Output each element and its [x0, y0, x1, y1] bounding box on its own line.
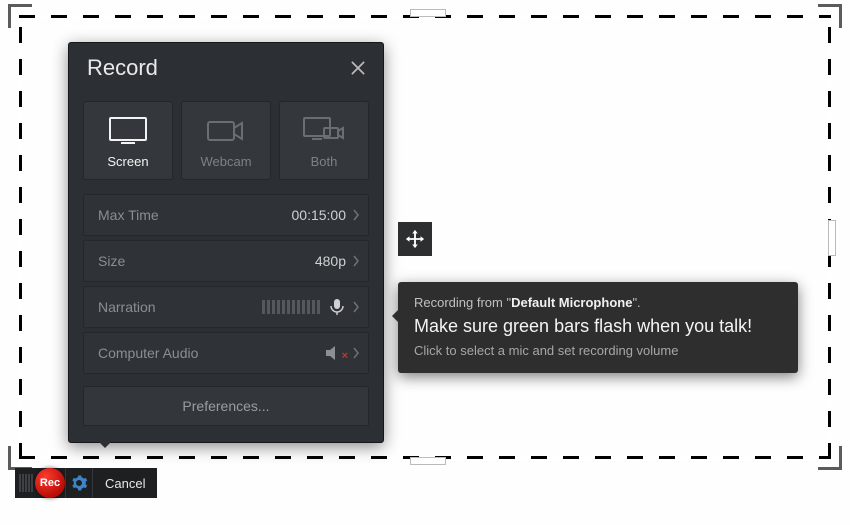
source-tile-screen[interactable]: Screen — [83, 101, 173, 180]
close-icon — [349, 59, 367, 77]
gear-icon — [70, 474, 88, 492]
record-panel: Record Screen Webcam Both Max Time — [68, 42, 384, 443]
row-label: Computer Audio — [98, 345, 324, 361]
source-tiles: Screen Webcam Both — [69, 91, 383, 194]
settings-button[interactable] — [65, 468, 93, 498]
resize-edge-right[interactable] — [828, 220, 836, 256]
narration-tooltip: Recording from "Default Microphone". Mak… — [398, 282, 798, 373]
preferences-button[interactable]: Preferences... — [83, 386, 369, 426]
resize-corner-top-right[interactable] — [818, 4, 842, 28]
source-tile-webcam[interactable]: Webcam — [181, 101, 271, 180]
close-button[interactable] — [349, 59, 367, 77]
row-narration[interactable]: Narration — [83, 286, 369, 328]
tile-label: Screen — [107, 154, 148, 169]
tile-label: Both — [311, 154, 338, 169]
record-button[interactable]: Rec — [35, 468, 65, 498]
monitor-icon — [107, 116, 149, 146]
camera-icon — [206, 116, 246, 146]
row-label: Max Time — [98, 207, 292, 223]
cancel-button[interactable]: Cancel — [93, 468, 157, 498]
resize-corner-bottom-right[interactable] — [818, 446, 842, 470]
panel-title: Record — [87, 55, 158, 81]
monitor-camera-icon — [302, 116, 346, 146]
resize-edge-bottom[interactable] — [410, 457, 446, 465]
row-max-time[interactable]: Max Time 00:15:00 — [83, 194, 369, 236]
microphone-icon — [328, 298, 346, 316]
resize-corner-bottom-left[interactable] — [8, 446, 32, 470]
row-value: 480p — [315, 253, 346, 269]
row-value: 00:15:00 — [292, 207, 347, 223]
resize-edge-top[interactable] — [410, 9, 446, 17]
recorder-toolbar: Rec Cancel — [15, 468, 157, 498]
speaker-muted-icon: × — [324, 344, 346, 362]
preferences-label: Preferences... — [182, 398, 269, 414]
row-size[interactable]: Size 480p — [83, 240, 369, 282]
tooltip-sub: Click to select a mic and set recording … — [414, 342, 782, 360]
move-handle[interactable] — [398, 222, 432, 256]
chevron-right-icon — [352, 346, 360, 360]
row-label: Size — [98, 253, 315, 269]
toolbar-vu-meter — [15, 474, 37, 492]
resize-corner-top-left[interactable] — [8, 4, 32, 28]
tile-label: Webcam — [200, 154, 251, 169]
row-computer-audio[interactable]: Computer Audio × — [83, 332, 369, 374]
row-label: Narration — [98, 299, 262, 315]
tooltip-line1: Recording from "Default Microphone". — [414, 294, 782, 312]
tooltip-device: Default Microphone — [511, 295, 632, 310]
vu-meter — [262, 300, 320, 314]
chevron-right-icon — [352, 208, 360, 222]
chevron-right-icon — [352, 300, 360, 314]
tooltip-headline: Make sure green bars flash when you talk… — [414, 314, 782, 338]
chevron-right-icon — [352, 254, 360, 268]
cancel-label: Cancel — [105, 476, 145, 491]
move-icon — [404, 228, 426, 250]
record-label: Rec — [40, 477, 60, 489]
source-tile-both[interactable]: Both — [279, 101, 369, 180]
